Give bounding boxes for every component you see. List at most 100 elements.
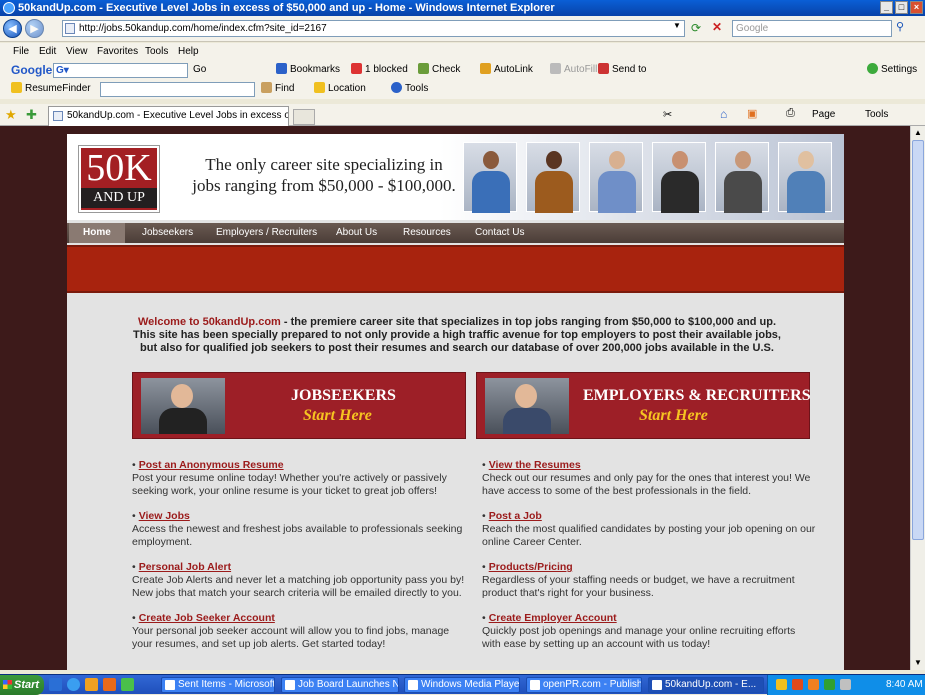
autofill-button[interactable]: AutoFill xyxy=(550,61,597,79)
popup-blocked-button[interactable]: 1 blocked xyxy=(351,61,408,79)
menu-file[interactable]: File xyxy=(13,43,29,61)
tools-menu-button[interactable]: Tools xyxy=(865,107,888,123)
bookmarks-button[interactable]: Bookmarks xyxy=(276,61,340,79)
tray-icon[interactable] xyxy=(792,679,803,690)
list-item: • Post a Job Reach the most qualified cand… xyxy=(482,510,816,548)
location-button[interactable]: Location xyxy=(314,80,366,98)
quicklaunch-app-icon[interactable] xyxy=(121,678,134,691)
window-titlebar: 50kandUp.com - Executive Level Jobs in e… xyxy=(0,0,925,16)
menu-view[interactable]: View xyxy=(66,43,88,61)
page-menu-button[interactable]: Page xyxy=(812,107,835,123)
scroll-thumb[interactable] xyxy=(912,140,924,540)
jobseekers-promo-button[interactable]: JOBSEEKERS Start Here xyxy=(132,372,466,439)
post-resume-link[interactable]: Post an Anonymous Resume xyxy=(139,459,284,471)
quicklaunch-firefox-icon[interactable] xyxy=(103,678,116,691)
nav-resources[interactable]: Resources xyxy=(403,223,451,243)
tools-gear-icon xyxy=(391,82,402,93)
nav-contact[interactable]: Contact Us xyxy=(475,223,524,243)
send-to-icon xyxy=(598,63,609,74)
back-button[interactable]: ◀ xyxy=(3,19,22,38)
windows-flag-icon xyxy=(3,680,12,689)
search-input[interactable]: Google xyxy=(732,20,892,37)
print-icon[interactable]: ⎙ xyxy=(786,107,795,120)
location-icon xyxy=(314,82,325,93)
view-resumes-link[interactable]: View the Resumes xyxy=(489,459,581,471)
hero-band xyxy=(67,245,844,293)
page-icon xyxy=(65,23,75,34)
taskbar-task[interactable]: Windows Media Player xyxy=(404,677,520,693)
scroll-down-icon[interactable]: ▼ xyxy=(913,658,923,668)
tray-icon[interactable] xyxy=(824,679,835,690)
nav-employers[interactable]: Employers / Recruiters xyxy=(216,223,317,243)
nav-home[interactable]: Home xyxy=(69,223,125,243)
browser-viewport: 50K AND UP The only career site speciali… xyxy=(0,126,910,670)
browser-tab[interactable]: 50kandUp.com - Executive Level Jobs in e… xyxy=(48,106,289,126)
clock[interactable]: 8:40 AM xyxy=(886,675,923,695)
refresh-icon[interactable]: ⟳ xyxy=(691,21,701,35)
google-search-box[interactable]: G▾ xyxy=(53,63,188,78)
forward-button[interactable]: ▶ xyxy=(25,19,44,38)
address-dropdown-icon[interactable]: ▼ xyxy=(673,21,681,30)
new-tab-button[interactable] xyxy=(293,109,315,125)
employer-account-link[interactable]: Create Employer Account xyxy=(489,612,617,624)
job-alert-link[interactable]: Personal Job Alert xyxy=(139,561,231,573)
menu-tools[interactable]: Tools xyxy=(145,43,168,61)
resumefinder-tools-button[interactable]: Tools xyxy=(391,80,428,98)
site-logo[interactable]: 50K AND UP xyxy=(78,145,160,213)
google-logo: Google xyxy=(11,63,53,77)
feeds-icon[interactable]: ▣ xyxy=(747,107,757,120)
site-nav: Home Jobseekers Employers / Recruiters A… xyxy=(67,223,844,243)
jobseeker-photo xyxy=(141,378,225,434)
tray-icon[interactable] xyxy=(808,679,819,690)
menu-help[interactable]: Help xyxy=(178,43,199,61)
start-button[interactable]: Start xyxy=(0,675,44,695)
star-icon xyxy=(276,63,287,74)
menu-favorites[interactable]: Favorites xyxy=(97,43,138,61)
list-item: • View Jobs Access the newest and freshest… xyxy=(132,510,463,548)
taskbar-task-active[interactable]: 50kandUp.com - E... xyxy=(648,677,764,693)
quicklaunch-media-icon[interactable] xyxy=(85,678,98,691)
quicklaunch-desktop-icon[interactable] xyxy=(49,678,62,691)
vertical-scrollbar[interactable]: ▲ ▼ xyxy=(910,126,925,670)
settings-button[interactable]: Settings xyxy=(867,61,917,79)
google-toolbar: Google G▾ Go Bookmarks 1 blocked Check A… xyxy=(0,61,925,80)
taskbar: Start Sent Items - Microsoft ... Job Boa… xyxy=(0,674,925,695)
taskbar-task[interactable]: Job Board Launches N... xyxy=(281,677,399,693)
jobseeker-account-link[interactable]: Create Job Seeker Account xyxy=(139,612,275,624)
post-job-link[interactable]: Post a Job xyxy=(489,510,542,522)
maximize-button[interactable]: □ xyxy=(895,1,908,14)
pricing-link[interactable]: Products/Pricing xyxy=(489,561,573,573)
list-item: • Create Job Seeker Account Your personal … xyxy=(132,612,450,650)
taskbar-task[interactable]: openPR.com - Publish ... xyxy=(526,677,642,693)
tray-icon[interactable] xyxy=(776,679,787,690)
scroll-up-icon[interactable]: ▲ xyxy=(913,128,923,138)
stop-icon[interactable]: ✕ xyxy=(712,20,722,34)
send-to-button[interactable]: Send to xyxy=(598,61,646,79)
nav-jobseekers[interactable]: Jobseekers xyxy=(142,223,193,243)
google-go-button[interactable]: Go xyxy=(193,61,206,79)
minimize-button[interactable]: _ xyxy=(880,1,893,14)
employers-promo-button[interactable]: EMPLOYERS & RECRUITERS Start Here xyxy=(476,372,811,439)
site-banner: 50K AND UP The only career site speciali… xyxy=(67,134,844,220)
find-button[interactable]: Find xyxy=(261,80,294,98)
spell-check-button[interactable]: Check xyxy=(418,61,460,79)
add-favorites-icon[interactable]: ✚ xyxy=(26,107,37,123)
abc-check-icon xyxy=(418,63,429,74)
search-icon[interactable]: ⚲ xyxy=(896,20,904,33)
home-icon[interactable]: ⌂ xyxy=(720,107,727,121)
resumefinder-search-box[interactable] xyxy=(100,82,255,97)
quicklaunch-ie-icon[interactable] xyxy=(67,678,80,691)
clip-icon[interactable]: ✂ xyxy=(663,108,672,121)
close-button[interactable]: × xyxy=(910,1,923,14)
find-icon xyxy=(261,82,272,93)
favorites-star-icon[interactable]: ★ xyxy=(5,107,17,123)
view-jobs-link[interactable]: View Jobs xyxy=(139,510,190,522)
menu-edit[interactable]: Edit xyxy=(39,43,56,61)
nav-about[interactable]: About Us xyxy=(336,223,377,243)
tab-row: ★ ✚ 50kandUp.com - Executive Level Jobs … xyxy=(0,104,925,126)
autolink-button[interactable]: AutoLink xyxy=(480,61,533,79)
list-item: • View the Resumes Check out our resumes a… xyxy=(482,459,811,497)
taskbar-task[interactable]: Sent Items - Microsoft ... xyxy=(161,677,275,693)
volume-icon[interactable] xyxy=(840,679,851,690)
address-field[interactable]: http://jobs.50kandup.com/home/index.cfm?… xyxy=(62,20,685,37)
